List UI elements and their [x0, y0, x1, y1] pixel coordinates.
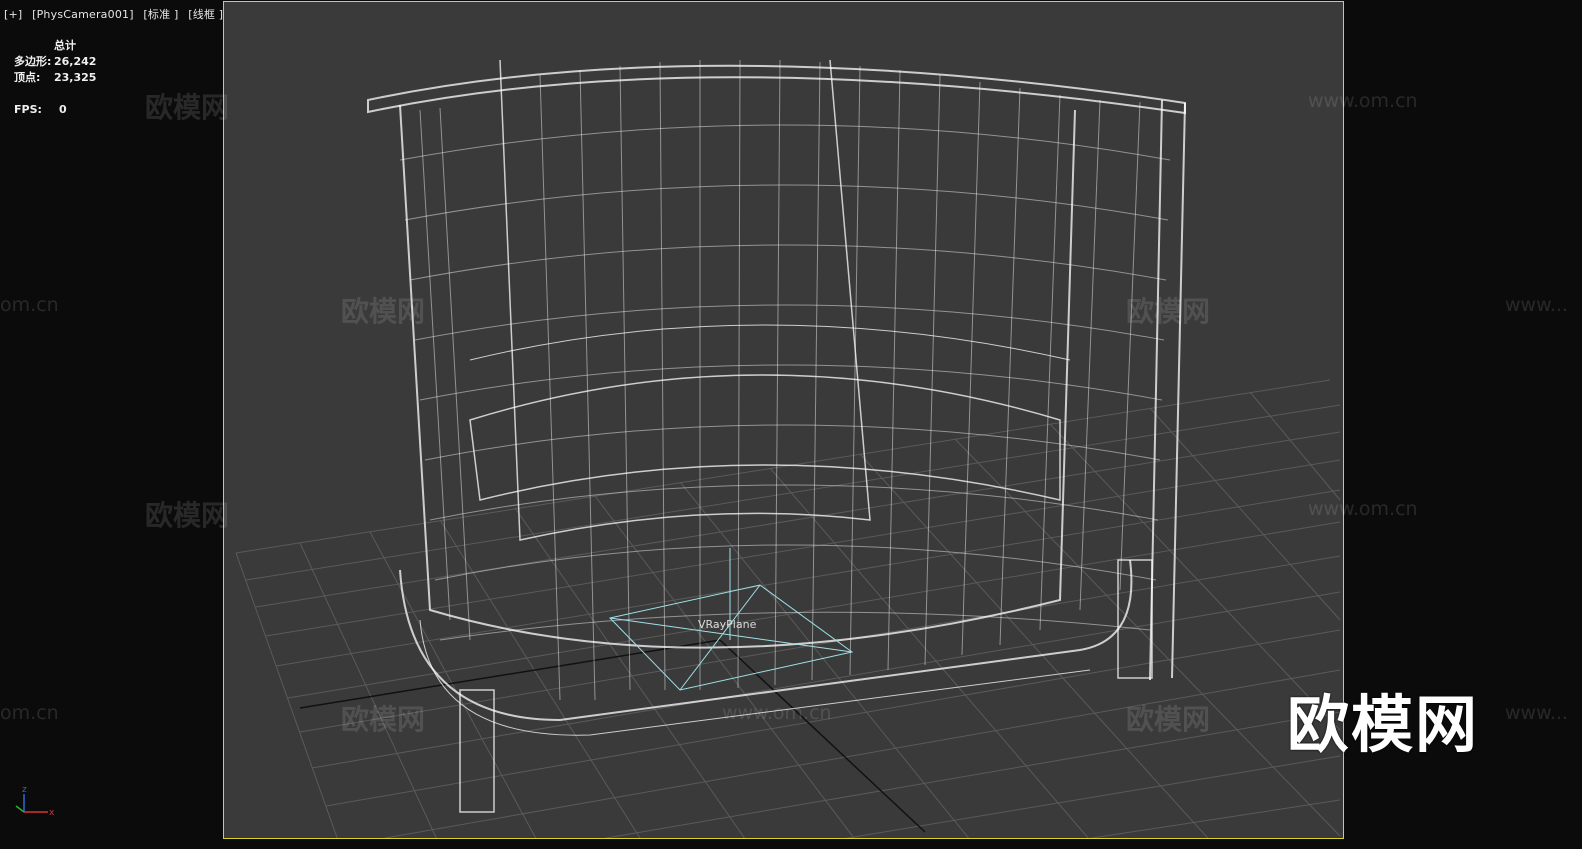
watermark-url-fragment: om.cn — [0, 294, 59, 316]
viewport[interactable]: [+] [PhysCamera001] [标准 ] [线框 ] 总计 多边形: … — [0, 0, 1582, 849]
axis-x-label: x — [49, 808, 55, 818]
watermark-url: www.om.cn — [722, 702, 832, 724]
watermark-url-prefix: www... — [1505, 294, 1568, 316]
watermark-url-fragment: om.cn — [0, 702, 59, 724]
watermark-cn: 欧模网 — [1126, 295, 1211, 328]
watermark-url: www.om.cn — [1308, 90, 1418, 112]
axis-z-label: z — [22, 785, 27, 795]
watermark-cn: 欧模网 — [1126, 703, 1211, 736]
axis-tripod-icon — [15, 794, 48, 813]
brand-logo: 欧模网 — [1287, 688, 1480, 761]
watermark-cn: 欧模网 — [145, 91, 230, 124]
vray-plane-label: VRayPlane — [698, 618, 757, 631]
watermark-url: www.om.cn — [1308, 498, 1418, 520]
watermark-cn: 欧模网 — [341, 295, 426, 328]
watermark-cn: 欧模网 — [145, 499, 230, 532]
watermark-cn: 欧模网 — [341, 703, 426, 736]
chair-wireframe — [367, 59, 1186, 813]
watermark-url-prefix: www... — [1505, 702, 1568, 724]
